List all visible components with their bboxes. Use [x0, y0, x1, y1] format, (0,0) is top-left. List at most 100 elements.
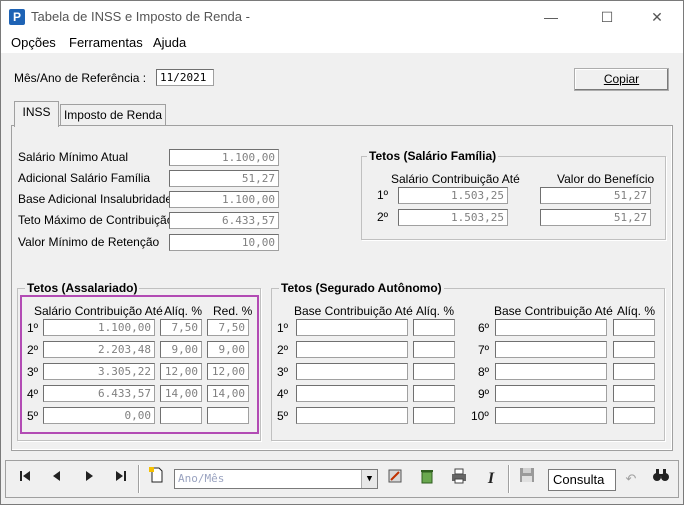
menu-ajuda[interactable]: Ajuda [153, 35, 186, 50]
search-button[interactable] [648, 467, 674, 491]
as-ate-4-field[interactable]: 6.433,57 [43, 385, 155, 402]
adicional-familia-field[interactable]: 51,27 [169, 170, 279, 187]
prev-icon [53, 471, 60, 481]
toolbar-separator [138, 465, 140, 493]
teto-maximo-field[interactable]: 6.433,57 [169, 212, 279, 229]
tab-inss[interactable]: INSS [14, 101, 59, 127]
au-ord-5: 5º [277, 409, 289, 423]
next-record-button[interactable] [76, 467, 102, 491]
base-insalubridade-field[interactable]: 1.100,00 [169, 191, 279, 208]
sf-ate-1-field[interactable]: 1.503,25 [398, 187, 508, 204]
menu-opcoes[interactable]: Opções [11, 35, 56, 50]
au-base-4-field[interactable] [296, 385, 408, 402]
as-ord-3: 3º [27, 365, 39, 379]
edit-button[interactable] [382, 467, 408, 491]
au-aliq-3-field[interactable] [413, 363, 455, 380]
au-base-9-field[interactable] [495, 385, 607, 402]
as-ate-1-field[interactable]: 1.100,00 [43, 319, 155, 336]
as-col-red: Red. % [213, 304, 253, 318]
menu-ferramentas[interactable]: Ferramentas [69, 35, 143, 50]
title-bar: P Tabela de INSS e Imposto de Renda - — … [1, 1, 683, 33]
as-aliq-3-field[interactable]: 12,00 [160, 363, 202, 380]
au-aliq-10-field[interactable] [613, 407, 655, 424]
au-col-aliq-left: Alíq. % [416, 304, 455, 318]
sf-beneficio-1-field[interactable]: 51,27 [540, 187, 651, 204]
au-ord-3: 3º [277, 365, 289, 379]
au-aliq-2-field[interactable] [413, 341, 455, 358]
sf-beneficio-2-field[interactable]: 51,27 [540, 209, 651, 226]
italic-button[interactable]: I [478, 467, 504, 491]
new-record-button[interactable] [144, 467, 170, 491]
au-aliq-9-field[interactable] [613, 385, 655, 402]
tab-imposto-renda[interactable]: Imposto de Renda [60, 104, 166, 126]
as-ord-4: 4º [27, 387, 39, 401]
as-red-2-field[interactable]: 9,00 [207, 341, 249, 358]
au-ord-4: 4º [277, 387, 289, 401]
as-aliq-1-field[interactable]: 7,50 [160, 319, 202, 336]
au-ord-6: 6º [478, 321, 490, 335]
last-icon [116, 471, 126, 481]
label-teto-maximo: Teto Máximo de Contribuição [18, 213, 174, 227]
label-base-insalubridade: Base Adicional Insalubridade [18, 192, 173, 206]
last-record-button[interactable] [108, 467, 134, 491]
au-aliq-1-field[interactable] [413, 319, 455, 336]
au-col-base-left: Base Contribuição Até [294, 304, 413, 318]
au-aliq-5-field[interactable] [413, 407, 455, 424]
au-base-6-field[interactable] [495, 319, 607, 336]
prev-record-button[interactable] [44, 467, 70, 491]
group-salario-familia-title: Tetos (Salário Família) [367, 149, 499, 163]
au-aliq-4-field[interactable] [413, 385, 455, 402]
label-valor-minimo: Valor Mínimo de Retenção [18, 235, 160, 249]
delete-icon [421, 470, 433, 484]
next-icon [86, 471, 93, 481]
as-ate-5-field[interactable]: 0,00 [43, 407, 155, 424]
copy-button[interactable]: Copiar [574, 68, 669, 91]
au-aliq-7-field[interactable] [613, 341, 655, 358]
as-red-4-field[interactable]: 14,00 [207, 385, 249, 402]
app-icon: P [9, 9, 25, 25]
undo-button[interactable]: ↶ [618, 467, 644, 491]
chevron-down-icon[interactable]: ▼ [361, 470, 377, 488]
as-aliq-4-field[interactable]: 14,00 [160, 385, 202, 402]
delete-button[interactable] [414, 467, 440, 491]
au-base-2-field[interactable] [296, 341, 408, 358]
save-button[interactable] [514, 467, 540, 491]
as-ate-2-field[interactable]: 2.203,48 [43, 341, 155, 358]
as-red-5-field[interactable] [207, 407, 249, 424]
ref-input[interactable]: 11/2021 [156, 69, 214, 86]
as-ate-3-field[interactable]: 3.305,22 [43, 363, 155, 380]
valor-minimo-field[interactable]: 10,00 [169, 234, 279, 251]
au-aliq-8-field[interactable] [613, 363, 655, 380]
toolbar-separator [508, 465, 510, 493]
salario-minimo-field[interactable]: 1.100,00 [169, 149, 279, 166]
au-base-1-field[interactable] [296, 319, 408, 336]
au-aliq-6-field[interactable] [613, 319, 655, 336]
au-base-8-field[interactable] [495, 363, 607, 380]
as-col-ate: Salário Contribuição Até [34, 304, 163, 318]
as-aliq-5-field[interactable] [160, 407, 202, 424]
as-red-3-field[interactable]: 12,00 [207, 363, 249, 380]
au-base-7-field[interactable] [495, 341, 607, 358]
as-red-1-field[interactable]: 7,50 [207, 319, 249, 336]
au-base-3-field[interactable] [296, 363, 408, 380]
as-aliq-2-field[interactable]: 9,00 [160, 341, 202, 358]
group-autonomo-title: Tetos (Segurado Autônomo) [279, 281, 444, 295]
first-record-button[interactable] [12, 467, 38, 491]
as-ord-1: 1º [27, 321, 39, 335]
minimize-button[interactable]: — [537, 7, 565, 27]
as-ord-2: 2º [27, 343, 39, 357]
print-button[interactable] [446, 467, 472, 491]
period-combo[interactable]: Ano/Mês ▼ [174, 469, 378, 489]
ref-label: Mês/Ano de Referência : [14, 71, 147, 85]
au-base-5-field[interactable] [296, 407, 408, 424]
sf-ate-2-field[interactable]: 1.503,25 [398, 209, 508, 226]
period-combo-text: Ano/Mês [178, 472, 225, 485]
maximize-button[interactable]: ☐ [593, 7, 621, 27]
copy-button-label: Copiar [603, 72, 640, 86]
sf-col-beneficio: Valor do Benefício [557, 172, 655, 186]
close-button[interactable]: ✕ [643, 7, 671, 27]
as-col-aliq: Alíq. % [164, 304, 203, 318]
au-ord-9: 9º [478, 387, 490, 401]
au-ord-8: 8º [478, 365, 490, 379]
au-base-10-field[interactable] [495, 407, 607, 424]
